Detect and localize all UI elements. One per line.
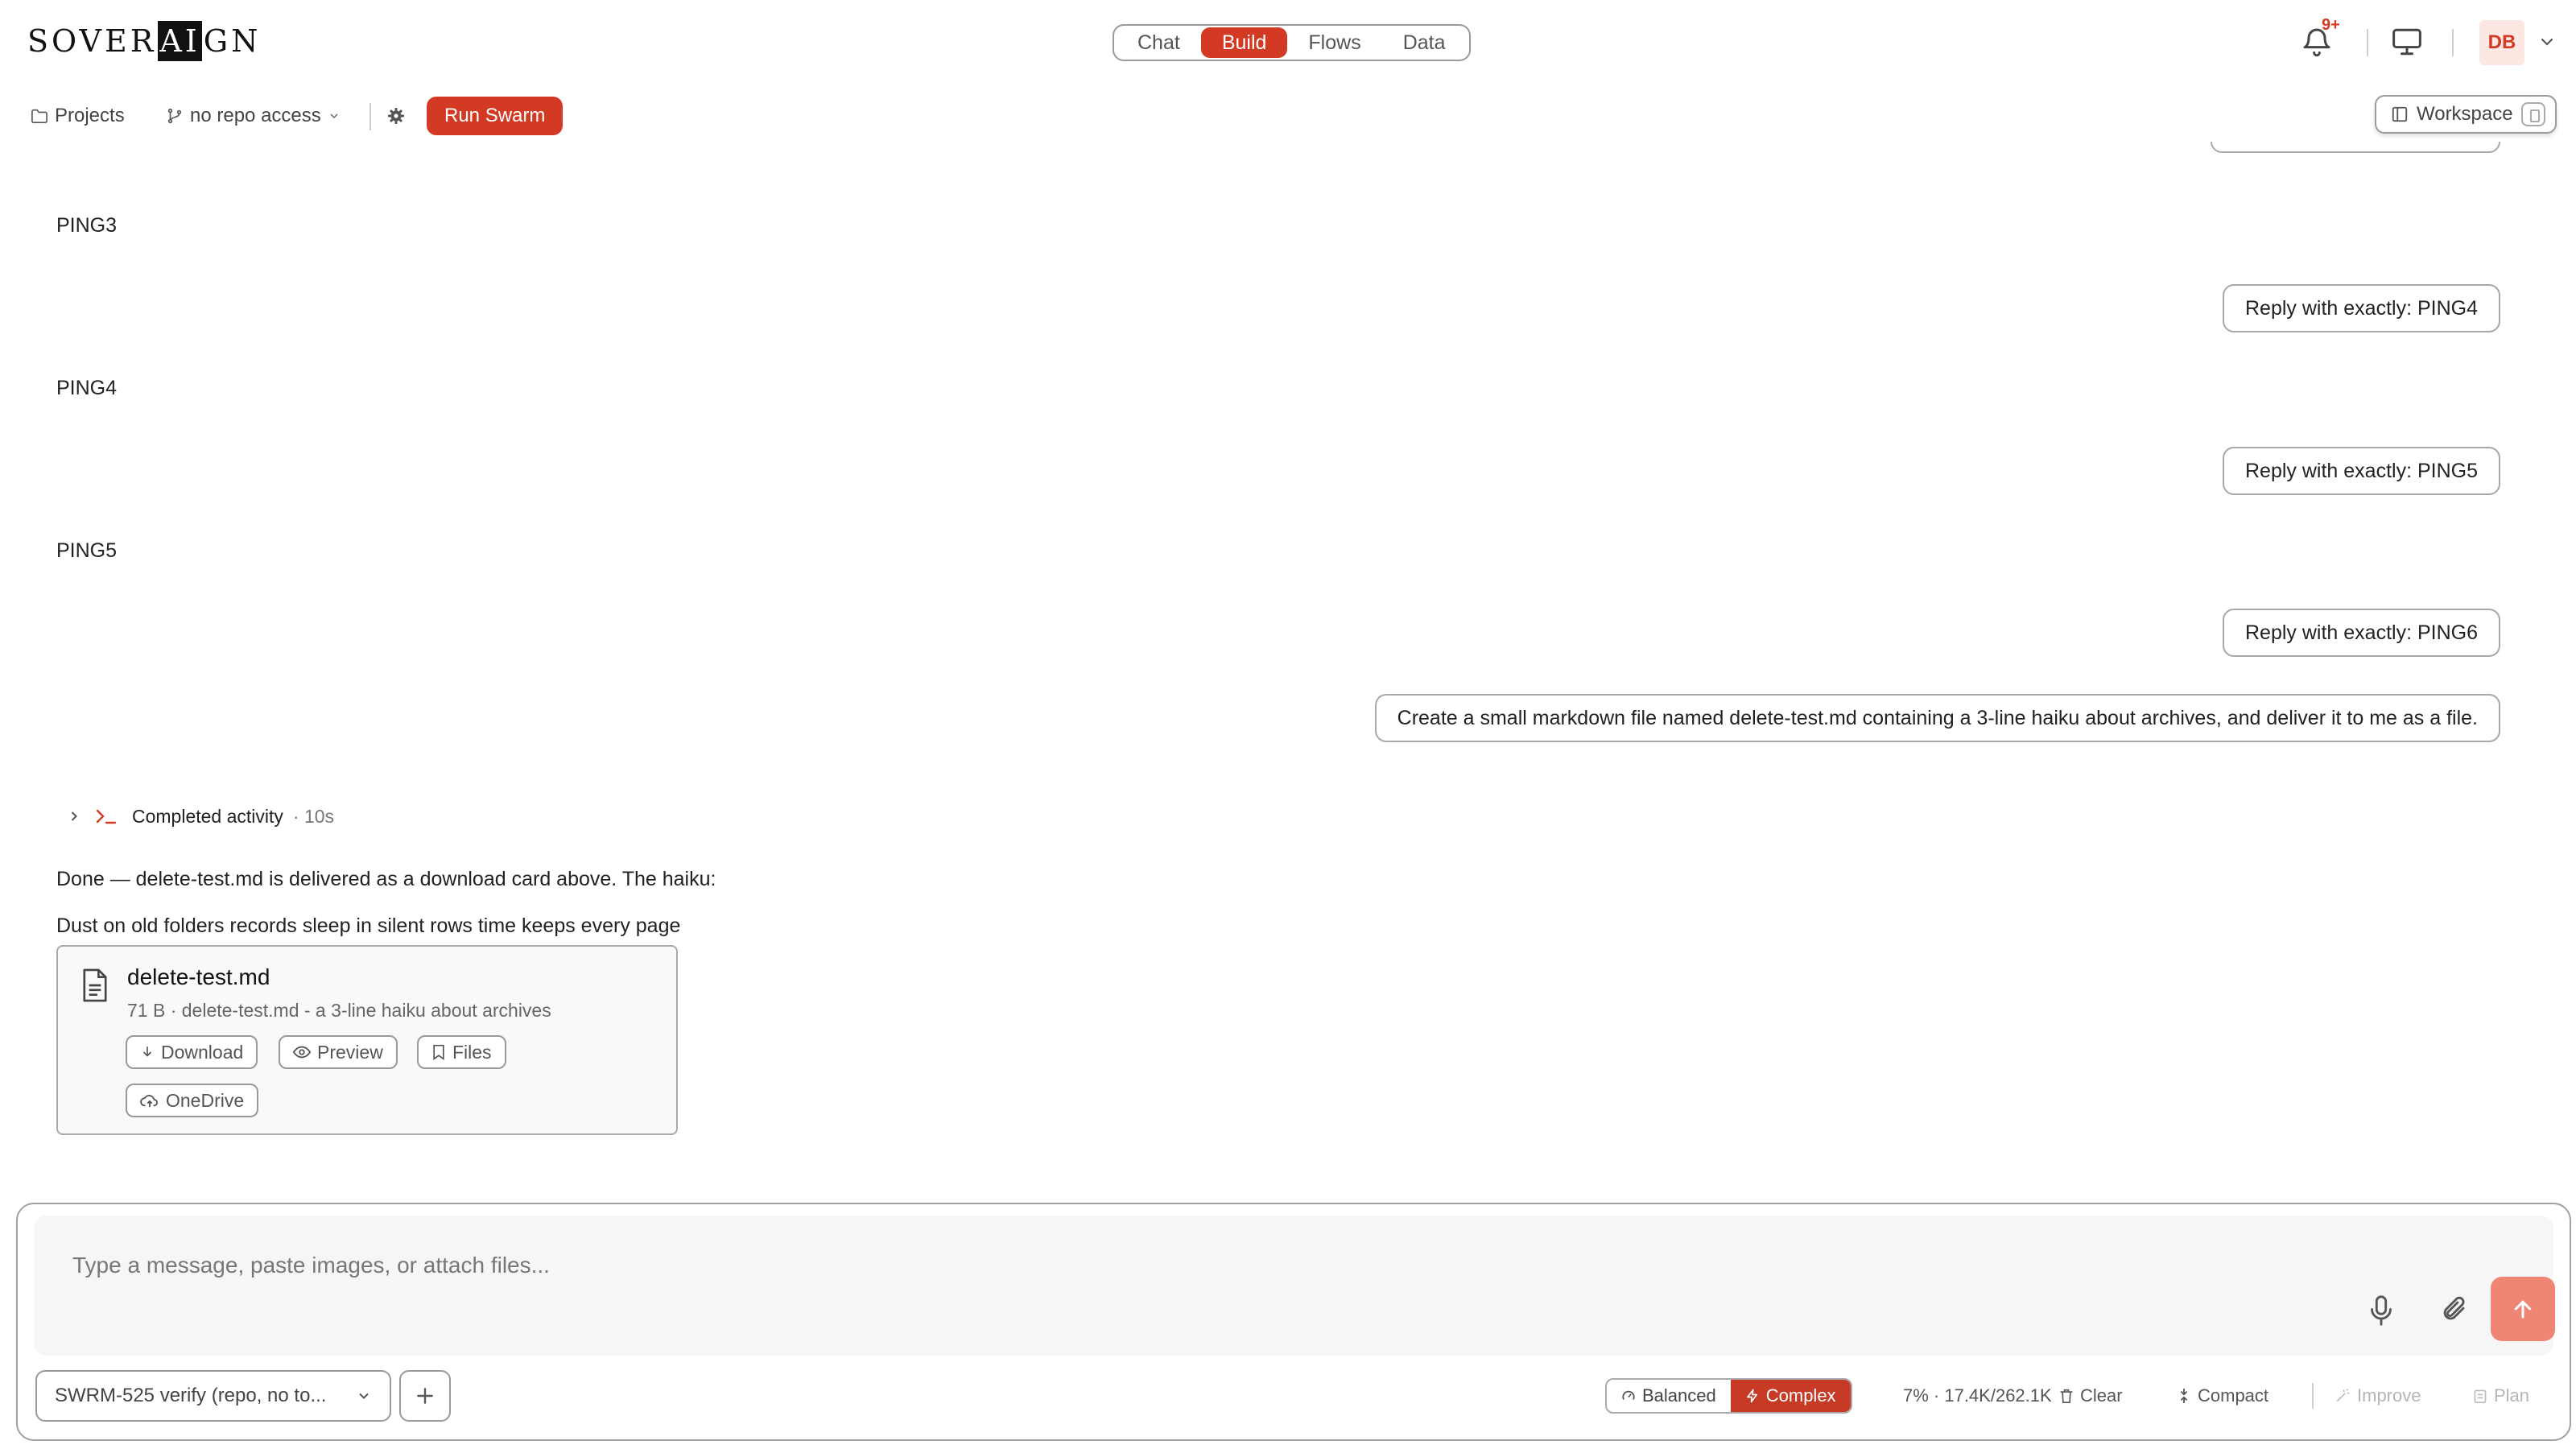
gauge-icon <box>1622 1390 1635 1400</box>
tab-build[interactable]: Build <box>1200 27 1288 58</box>
compact-label: Compact <box>2198 1385 2269 1406</box>
add-button[interactable] <box>399 1370 451 1422</box>
chevron-right-icon <box>71 811 77 821</box>
git-branch-icon <box>167 108 182 124</box>
assistant-message: Done — delete-test.md is delivered as a … <box>56 868 716 890</box>
plus-icon <box>417 1388 433 1404</box>
app-logo[interactable]: SOVER AI GN <box>27 21 261 61</box>
assistant-message: PING3 <box>56 214 118 237</box>
avatar[interactable]: DB <box>2479 20 2524 65</box>
lightning-icon <box>1746 1389 1757 1403</box>
mode-complex-button[interactable]: Complex <box>1730 1380 1851 1412</box>
notification-badge: 9+ <box>2322 16 2340 34</box>
logo-text-pre: SOVER <box>27 23 157 59</box>
gear-icon <box>388 108 404 124</box>
chat-transcript[interactable]: PING3 Reply with exactly: PING4 PING4 Re… <box>0 142 2576 1188</box>
run-swarm-button[interactable]: Run Swarm <box>427 97 564 135</box>
panel-icon <box>2392 106 2408 122</box>
workspace-label: Workspace <box>2417 103 2513 125</box>
file-meta: 71 B · delete-test.md - a 3-line haiku a… <box>127 1000 551 1021</box>
workspace-toggle[interactable]: Workspace <box>2375 95 2557 134</box>
reasoning-mode-toggle: Balanced Complex <box>1605 1378 1852 1414</box>
logo-text-mark: AI <box>158 21 202 61</box>
shortcut-key-icon <box>2520 102 2545 126</box>
improve-button[interactable]: Improve <box>2334 1378 2421 1414</box>
activity-label: Completed activity <box>132 805 283 827</box>
download-button[interactable]: Download <box>126 1035 258 1069</box>
logo-text-post: GN <box>203 23 262 59</box>
file-download-card: delete-test.md 71 B · delete-test.md - a… <box>56 945 678 1135</box>
divider <box>2452 29 2454 56</box>
send-button[interactable] <box>2491 1277 2555 1341</box>
input-panel <box>34 1216 2555 1356</box>
mode-tabs: Chat Build Flows Data <box>1113 24 1471 61</box>
improve-label: Improve <box>2357 1385 2421 1406</box>
compress-icon <box>2180 1389 2188 1403</box>
preview-label: Preview <box>317 1041 383 1063</box>
plan-label: Plan <box>2494 1385 2530 1406</box>
message-composer: SWRM-525 verify (repo, no to... Balanced… <box>16 1203 2571 1441</box>
divider <box>2367 29 2368 56</box>
terminal-icon <box>96 809 117 824</box>
paperclip-icon[interactable] <box>2441 1294 2470 1327</box>
divider <box>369 103 371 130</box>
tab-data[interactable]: Data <box>1382 27 1467 58</box>
completed-activity-toggle[interactable]: Completed activity · 10s <box>66 800 334 832</box>
user-message-partial <box>2211 142 2500 153</box>
download-icon <box>142 1046 152 1057</box>
projects-button[interactable]: Projects <box>31 101 125 130</box>
haiku-text: Dust on old folders records sleep in sil… <box>56 914 681 937</box>
microphone-icon[interactable] <box>2367 1294 2396 1327</box>
files-label: Files <box>452 1041 492 1063</box>
monitor-icon[interactable] <box>2391 27 2423 56</box>
mode-balanced-label: Balanced <box>1642 1385 1716 1406</box>
user-message: Reply with exactly: PING6 <box>2223 609 2500 657</box>
assistant-message: PING5 <box>56 539 118 562</box>
projects-label: Projects <box>55 105 125 126</box>
mode-complex-label: Complex <box>1765 1385 1836 1406</box>
file-icon <box>83 968 107 1002</box>
folder-icon <box>31 109 47 123</box>
eye-icon <box>293 1046 311 1059</box>
plan-button[interactable]: Plan <box>2473 1378 2529 1414</box>
activity-duration: · 10s <box>292 805 335 827</box>
chevron-down-icon[interactable] <box>2537 32 2557 52</box>
arrow-up-icon <box>2514 1300 2532 1319</box>
chevron-down-icon <box>330 114 338 119</box>
preview-button[interactable]: Preview <box>279 1035 398 1069</box>
cloud-upload-icon <box>140 1095 158 1108</box>
clear-button[interactable]: Clear <box>2059 1378 2123 1414</box>
project-select[interactable]: SWRM-525 verify (repo, no to... <box>35 1370 391 1422</box>
compact-button[interactable]: Compact <box>2177 1378 2268 1414</box>
repo-access-dropdown[interactable]: no repo access <box>166 101 341 130</box>
trash-icon <box>2060 1389 2073 1403</box>
files-button[interactable]: Files <box>417 1035 506 1069</box>
tab-flows[interactable]: Flows <box>1287 27 1381 58</box>
clipboard-icon <box>2474 1389 2487 1404</box>
magic-wand-icon <box>2336 1389 2350 1402</box>
settings-button[interactable] <box>386 101 406 130</box>
message-input[interactable] <box>71 1246 2003 1285</box>
repo-label: no repo access <box>190 105 321 126</box>
onedrive-button[interactable]: OneDrive <box>126 1084 259 1117</box>
divider <box>2312 1383 2314 1409</box>
context-usage: 7% · 17.4K/262.1K <box>1903 1385 2052 1406</box>
download-label: Download <box>161 1041 244 1063</box>
top-bar: SOVER AI GN Chat Build Flows Data 9+ DB <box>0 0 2576 80</box>
user-message: Reply with exactly: PING5 <box>2223 447 2500 495</box>
user-message: Reply with exactly: PING4 <box>2223 284 2500 332</box>
file-name: delete-test.md <box>127 964 270 989</box>
onedrive-label: OneDrive <box>166 1089 245 1111</box>
project-select-value: SWRM-525 verify (repo, no to... <box>55 1385 327 1406</box>
assistant-message: PING4 <box>56 377 118 399</box>
tab-chat[interactable]: Chat <box>1117 27 1201 58</box>
chevron-down-icon <box>359 1393 369 1399</box>
clear-label: Clear <box>2080 1385 2123 1406</box>
bookmark-icon <box>433 1044 444 1060</box>
sub-toolbar: Projects no repo access Run Swarm Worksp… <box>0 90 2576 142</box>
mode-balanced-button[interactable]: Balanced <box>1607 1380 1731 1412</box>
user-message: Create a small markdown file named delet… <box>1374 694 2500 742</box>
